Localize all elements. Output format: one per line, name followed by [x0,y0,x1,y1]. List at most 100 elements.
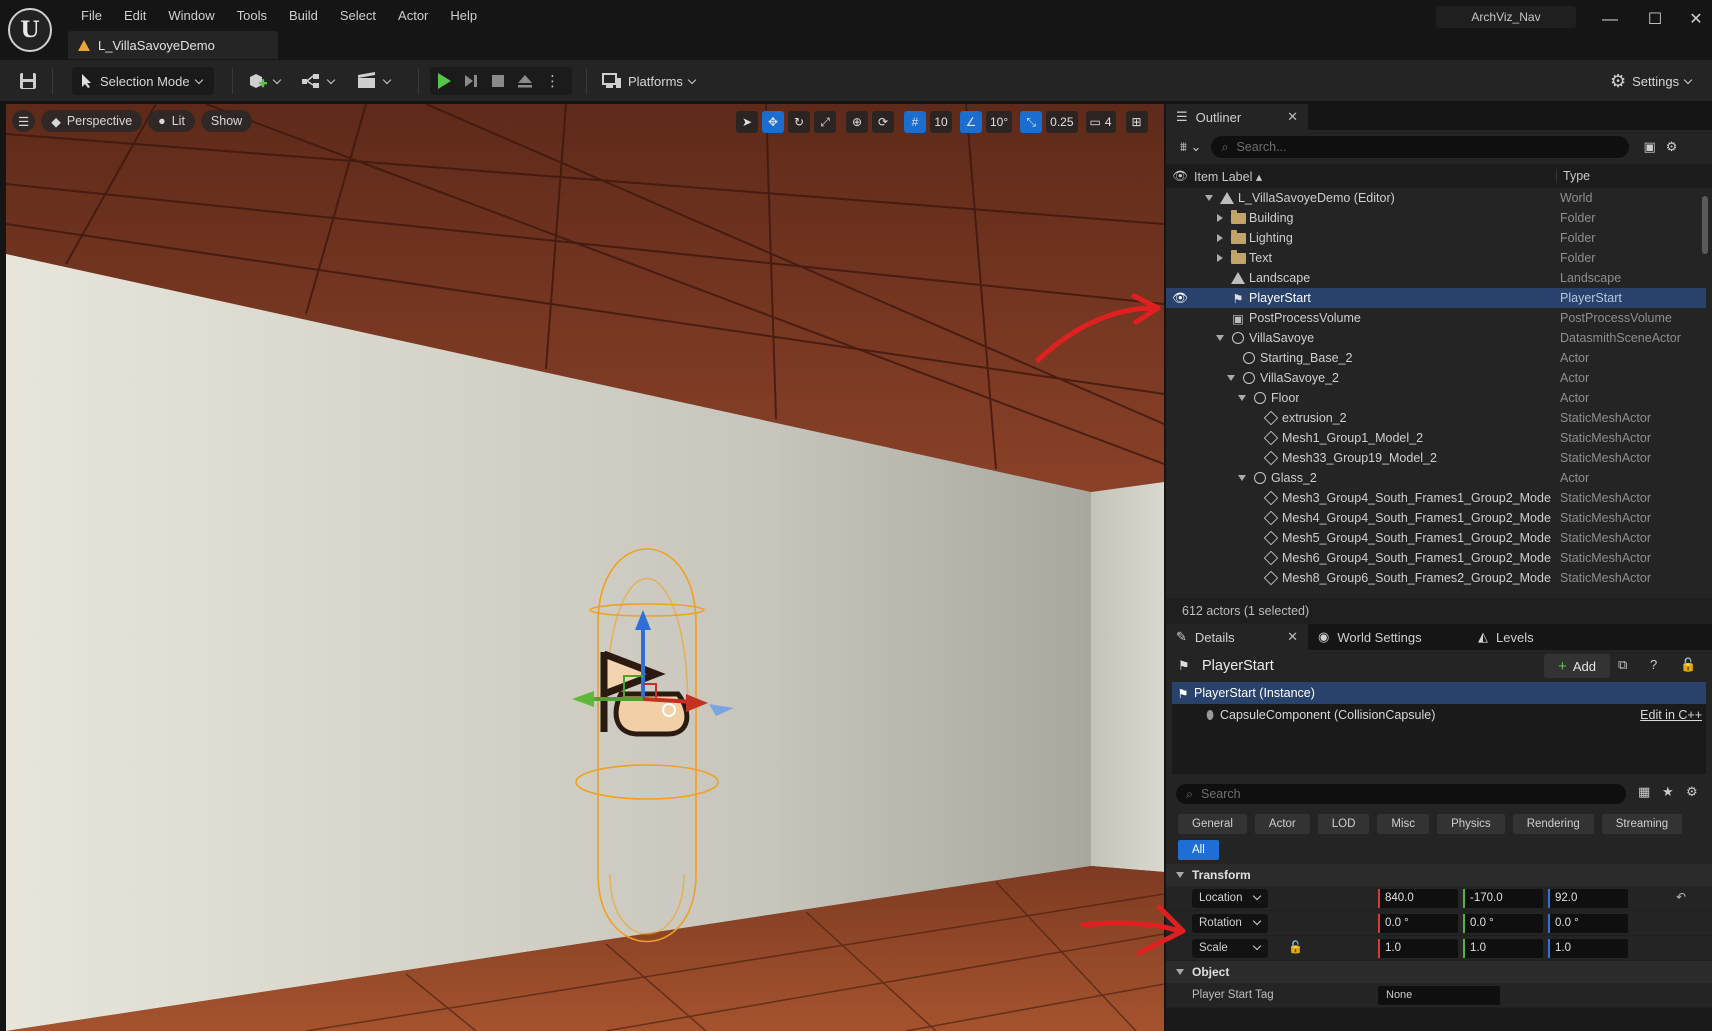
menu-window[interactable]: Window [157,6,225,25]
maximize-icon[interactable]: ☐ [1643,8,1667,32]
unreal-logo-icon[interactable]: U [8,8,52,52]
add-component-button[interactable]: + Add [1544,654,1610,678]
rotation-snap-value[interactable]: 10° [986,111,1013,133]
expand-arrow-icon[interactable] [1213,234,1227,242]
filter-streaming[interactable]: Streaming [1601,814,1683,834]
menu-actor[interactable]: Actor [387,6,439,25]
blueprints-icon[interactable] [300,67,336,95]
favorite-star-icon[interactable]: ★ [1662,784,1674,800]
component-row-instance[interactable]: ⚑ PlayerStart (Instance) [1172,682,1706,704]
scale-lock-icon[interactable]: 🔓 [1288,940,1303,954]
outliner-row[interactable]: Landscape Landscape [1166,268,1706,288]
platforms-dropdown[interactable]: Platforms [602,67,697,95]
save-icon[interactable] [18,67,38,95]
outliner-row[interactable]: Text Folder [1166,248,1706,268]
perspective-button[interactable]: ◆ Perspective [41,110,143,132]
rotation-x-field[interactable]: 0.0 ° [1378,914,1458,933]
player-start-tag-field[interactable]: None [1378,986,1500,1005]
outliner-row[interactable]: Mesh1_Group1_Model_2 StaticMeshActor [1166,428,1706,448]
rotation-y-field[interactable]: 0.0 ° [1463,914,1543,933]
location-x-field[interactable]: 840.0 [1378,889,1458,908]
filter-general[interactable]: General [1178,814,1247,834]
close-window-icon[interactable]: ✕ [1684,8,1708,32]
lit-button[interactable]: ● Lit [148,110,195,132]
outliner-settings-icon[interactable]: ⚙ [1666,139,1678,155]
level-tab[interactable]: L_VillaSavoyeDemo [68,31,278,59]
outliner-row[interactable]: Starting_Base_2 Actor [1166,348,1706,368]
col-type[interactable]: Type [1556,169,1590,183]
add-content-icon[interactable] [246,67,282,95]
location-dropdown[interactable]: Location [1192,889,1268,908]
outliner-row[interactable]: Mesh5_Group4_South_Frames1_Group2_Mode St… [1166,528,1706,548]
expand-arrow-icon[interactable] [1213,254,1227,262]
cinematics-icon[interactable] [356,67,392,95]
translate-tool-icon[interactable]: ✥ [762,111,784,133]
component-row-capsule[interactable]: ⬮ CapsuleComponent (CollisionCapsule) Ed… [1172,704,1706,726]
filter-physics[interactable]: Physics [1437,814,1505,834]
expand-arrow-icon[interactable] [1213,335,1227,341]
outliner-row[interactable]: VillaSavoye_2 Actor [1166,368,1706,388]
outliner-row[interactable]: Glass_2 Actor [1166,468,1706,488]
advance-frame-icon[interactable] [463,73,479,89]
rotation-dropdown[interactable]: Rotation [1192,914,1268,933]
scale-snap-icon[interactable]: ⤡ [1020,111,1043,133]
filter-icon[interactable]: ⩩ ⌄ [1180,139,1201,155]
expand-arrow-icon[interactable] [1213,214,1227,222]
select-tool-icon[interactable]: ➤ [736,111,758,133]
outliner-row[interactable]: VillaSavoye DatasmithSceneActor [1166,328,1706,348]
camera-speed-button[interactable]: ▭ 4 [1085,111,1116,133]
grid-snap-icon[interactable]: # [904,111,926,133]
col-item-label[interactable]: Item Label ▴ [1194,169,1262,184]
lock-icon[interactable]: 🔓 [1680,657,1696,673]
show-button[interactable]: Show [200,110,253,132]
help-icon[interactable]: ? [1650,657,1657,672]
scale-tool-icon[interactable]: ⤢ [814,111,836,133]
outliner-row[interactable]: ▣ PostProcessVolume PostProcessVolume [1166,308,1706,328]
outliner-row[interactable]: L_VillaSavoyeDemo (Editor) World [1166,188,1706,208]
outliner-scrollbar[interactable] [1702,196,1708,254]
menu-select[interactable]: Select [329,6,387,25]
details-search-input[interactable]: ⌕ Search [1176,784,1626,804]
settings-dropdown[interactable]: ⚙ Settings [1610,67,1693,95]
outliner-row[interactable]: Mesh3_Group4_South_Frames1_Group2_Mode St… [1166,488,1706,508]
menu-file[interactable]: File [70,6,113,25]
level-viewport[interactable]: ☰ ◆ Perspective ● Lit Show ➤ ✥ ↻ ⤢ ⊕ ⟳ #… [6,104,1164,1031]
visibility-eye-icon[interactable]: 👁 [1166,169,1194,184]
surface-snap-icon[interactable]: ⟳ [872,111,894,133]
expand-arrow-icon[interactable] [1202,195,1216,201]
play-icon[interactable] [438,73,451,89]
menu-build[interactable]: Build [278,6,329,25]
outliner-row[interactable]: Mesh6_Group4_South_Frames1_Group2_Mode St… [1166,548,1706,568]
scale-dropdown[interactable]: Scale [1192,939,1268,958]
scale-snap-value[interactable]: 0.25 [1046,111,1078,133]
close-icon[interactable]: ✕ [1287,109,1298,125]
outliner-row[interactable]: 👁 ⚑ PlayerStart PlayerStart [1166,288,1706,308]
scale-z-field[interactable]: 1.0 [1548,939,1628,958]
more-options-icon[interactable]: ⋮ [545,72,560,90]
menu-tools[interactable]: Tools [226,6,278,25]
filter-rendering[interactable]: Rendering [1512,814,1594,834]
expand-arrow-icon[interactable] [1224,375,1238,381]
stop-icon[interactable] [491,74,505,88]
add-folder-icon[interactable]: ▣ [1643,139,1655,155]
location-z-field[interactable]: 92.0 [1548,889,1628,908]
transform-category[interactable]: Transform [1166,864,1712,886]
tab-levels[interactable]: ◭ Levels [1468,624,1568,650]
rotation-z-field[interactable]: 0.0 ° [1548,914,1628,933]
rotate-tool-icon[interactable]: ↻ [788,111,810,133]
reset-icon[interactable]: ↶ [1676,890,1686,904]
minimize-icon[interactable]: — [1598,8,1622,32]
expand-arrow-icon[interactable] [1235,475,1249,481]
outliner-row[interactable]: Mesh33_Group19_Model_2 StaticMeshActor [1166,448,1706,468]
close-icon[interactable]: ✕ [1287,629,1298,645]
selection-mode-dropdown[interactable]: Selection Mode [72,67,214,95]
filter-actor[interactable]: Actor [1254,814,1310,834]
world-space-icon[interactable]: ⊕ [846,111,868,133]
filter-misc[interactable]: Misc [1377,814,1430,834]
menu-help[interactable]: Help [439,6,488,25]
outliner-row[interactable]: extrusion_2 StaticMeshActor [1166,408,1706,428]
outliner-search-input[interactable]: ⌕ Search... [1211,136,1630,158]
filter-all[interactable]: All [1178,840,1219,860]
outliner-row[interactable]: Mesh4_Group4_South_Frames1_Group2_Mode St… [1166,508,1706,528]
rotation-snap-icon[interactable]: ∠ [960,111,982,133]
